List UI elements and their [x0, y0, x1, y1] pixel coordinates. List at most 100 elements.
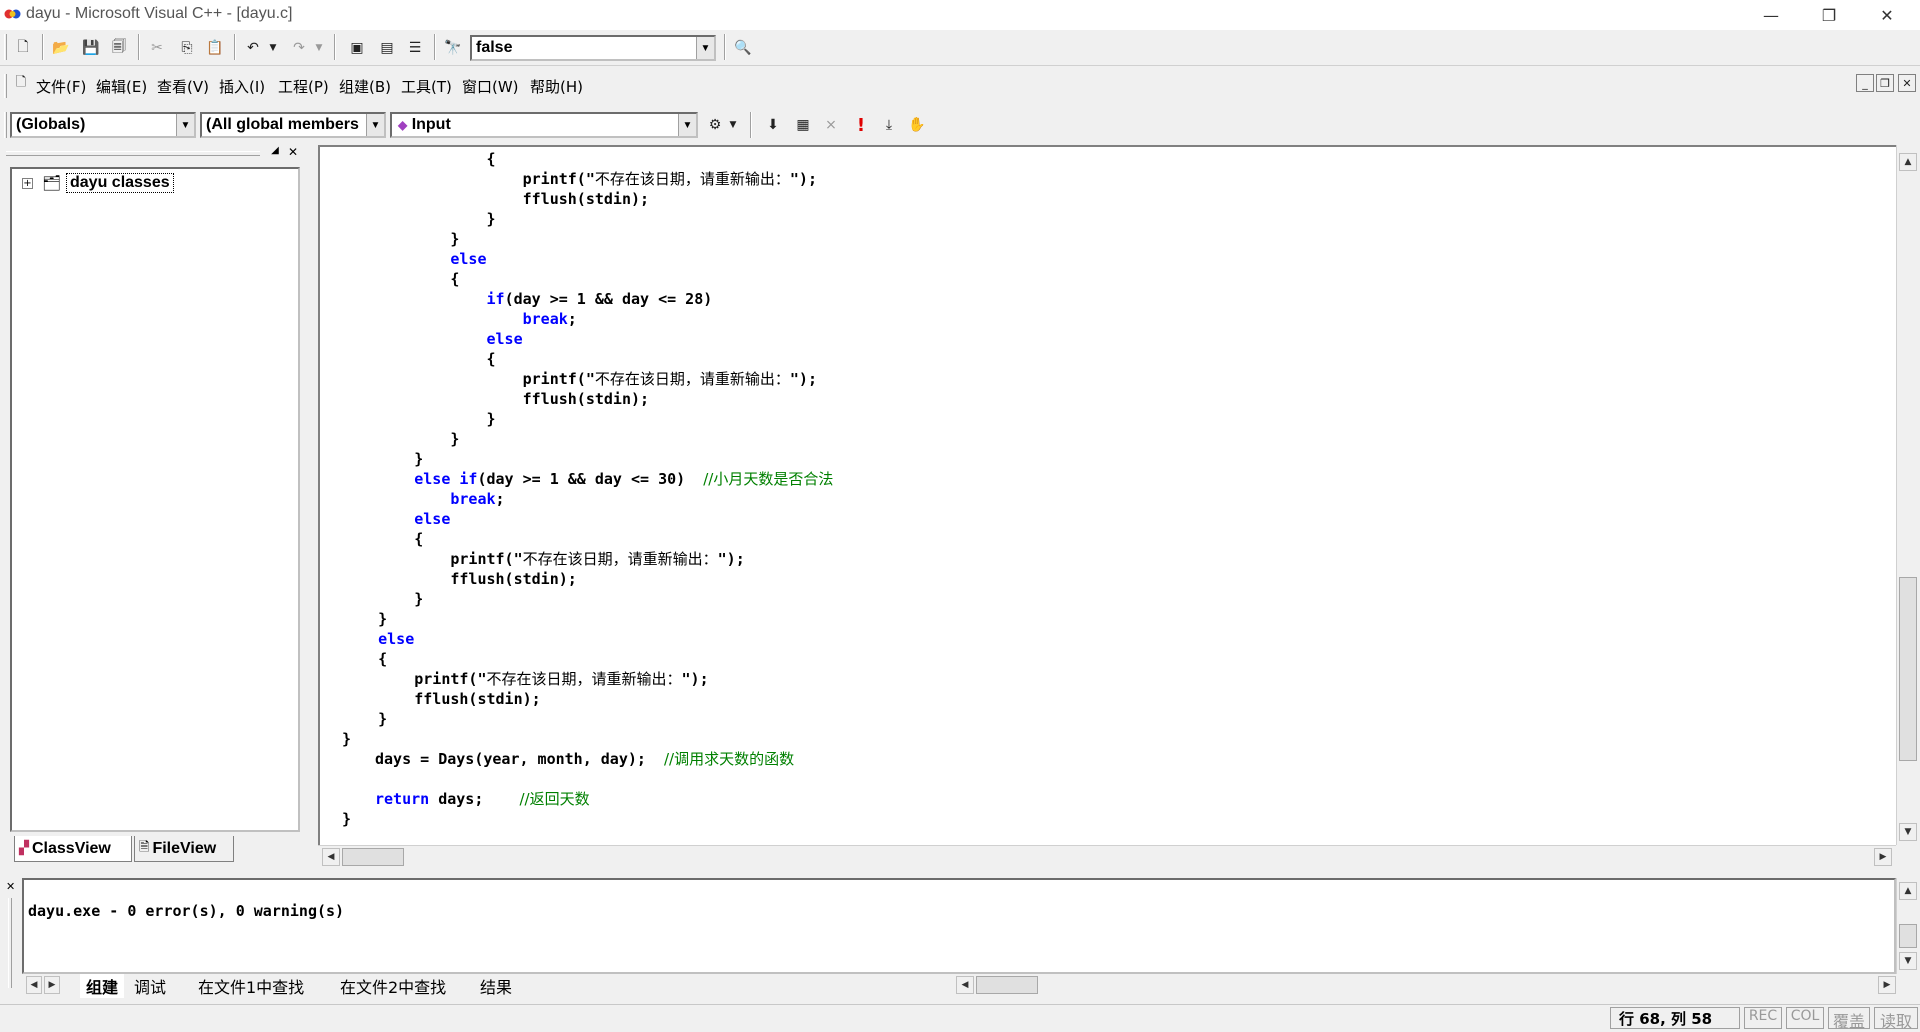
members-combo[interactable]: ◆ Input ▼	[390, 112, 698, 138]
code-line[interactable]: break;	[342, 309, 833, 329]
scroll-thumb[interactable]	[1899, 577, 1917, 761]
code-line[interactable]: printf("不存在该日期，请重新输出：");	[342, 669, 833, 689]
code-line[interactable]: fflush(stdin);	[342, 389, 833, 409]
code-line[interactable]	[342, 769, 833, 789]
scroll-left-icon[interactable]: ◀	[956, 976, 974, 994]
code-line[interactable]: {	[342, 269, 833, 289]
menu-build[interactable]: 组建(B)	[339, 76, 391, 97]
wizard-action-icon[interactable]: ⚙	[702, 112, 728, 138]
hscroll-thumb[interactable]	[342, 848, 404, 866]
code-line[interactable]: else	[342, 329, 833, 349]
tab-scroll-left-icon[interactable]: ◀	[26, 976, 42, 994]
output-close-icon[interactable]: ✕	[6, 880, 15, 893]
window-list-icon[interactable]: ☰	[402, 35, 428, 61]
go-icon[interactable]: ⤓	[876, 112, 902, 138]
menu-edit[interactable]: 编辑(E)	[96, 76, 147, 97]
chevron-down-icon[interactable]: ▼	[176, 114, 194, 136]
tab-find-in-files-1[interactable]: 在文件1中查找	[198, 974, 304, 998]
menu-file[interactable]: 文件(F)	[36, 76, 86, 97]
editor-horizontal-scrollbar[interactable]: ◀ ▶	[318, 845, 1896, 867]
panel-gripper[interactable]	[6, 151, 260, 156]
save-icon[interactable]: 💾	[78, 35, 104, 61]
output-gripper[interactable]	[8, 898, 12, 988]
filter-combo[interactable]: (All global members ▼	[200, 112, 386, 138]
scroll-up-icon[interactable]: ▲	[1899, 153, 1917, 171]
workspace-window-icon[interactable]: ▣	[344, 35, 370, 61]
chevron-down-icon[interactable]: ▼	[696, 37, 714, 59]
scroll-down-icon[interactable]: ▼	[1899, 823, 1917, 841]
expand-plus-icon[interactable]: +	[22, 178, 33, 189]
code-line[interactable]: fflush(stdin);	[342, 189, 833, 209]
menu-view[interactable]: 查看(V)	[157, 76, 209, 97]
breakpoint-hand-icon[interactable]: ✋	[904, 112, 930, 138]
code-line[interactable]: }	[342, 429, 833, 449]
scroll-down-icon[interactable]: ▼	[1899, 952, 1917, 970]
tab-fileview[interactable]: 🗎 FileView	[134, 836, 234, 862]
chevron-down-icon[interactable]: ▼	[366, 114, 384, 136]
code-line[interactable]: }	[342, 729, 833, 749]
code-line[interactable]: return days; //返回天数	[342, 789, 833, 809]
code-line[interactable]: if(day >= 1 && day <= 28)	[342, 289, 833, 309]
code-line[interactable]: }	[342, 589, 833, 609]
build-icon[interactable]: ▦	[790, 112, 816, 138]
menu-help[interactable]: 帮助(H)	[530, 76, 583, 97]
compile-icon[interactable]: ⬇	[760, 112, 786, 138]
code-line[interactable]: printf("不存在该日期，请重新输出：");	[342, 169, 833, 189]
wizard-action-dropdown-icon[interactable]: ▼	[726, 112, 740, 138]
editor-vertical-scrollbar[interactable]: ▲ ▼	[1896, 145, 1920, 845]
menu-project[interactable]: 工程(P)	[278, 76, 329, 97]
code-line[interactable]: {	[342, 649, 833, 669]
find-combo[interactable]: false ▼	[470, 35, 716, 61]
code-line[interactable]: {	[342, 149, 833, 169]
panel-expand-icon[interactable]: ◢	[268, 145, 282, 159]
code-line[interactable]: else	[342, 249, 833, 269]
code-line[interactable]: fflush(stdin);	[342, 569, 833, 589]
menubar-grip[interactable]	[4, 74, 7, 98]
code-line[interactable]: {	[342, 349, 833, 369]
cut-icon[interactable]: ✂	[144, 35, 170, 61]
tab-classview[interactable]: ▞ ClassView	[14, 836, 132, 862]
code-line[interactable]: }	[342, 409, 833, 429]
menu-tools[interactable]: 工具(T)	[401, 76, 452, 97]
code-line[interactable]: }	[342, 209, 833, 229]
menu-window[interactable]: 窗口(W)	[462, 76, 519, 97]
hscroll-thumb[interactable]	[976, 976, 1038, 994]
code-editor[interactable]: { printf("不存在该日期，请重新输出："); fflush(stdin)…	[318, 145, 1896, 845]
mdi-restore-icon[interactable]: ❐	[1876, 74, 1894, 92]
panel-close-icon[interactable]: ✕	[286, 145, 300, 159]
class-combo[interactable]: (Globals) ▼	[10, 112, 196, 138]
stop-build-icon[interactable]: ⨯	[818, 112, 844, 138]
code-line[interactable]: }	[342, 449, 833, 469]
toolbar-grip[interactable]	[4, 34, 7, 60]
code-line[interactable]: printf("不存在该日期，请重新输出：");	[342, 369, 833, 389]
output-vertical-scrollbar[interactable]: ▲ ▼	[1896, 878, 1920, 974]
output-window-icon[interactable]: ▤	[374, 35, 400, 61]
scroll-left-icon[interactable]: ◀	[322, 848, 340, 866]
code-line[interactable]: printf("不存在该日期，请重新输出：");	[342, 549, 833, 569]
mdi-close-icon[interactable]: ✕	[1898, 74, 1916, 92]
code-line[interactable]: }	[342, 609, 833, 629]
undo-dropdown-icon[interactable]: ▼	[266, 35, 280, 61]
scroll-right-icon[interactable]: ▶	[1878, 976, 1896, 994]
menu-insert[interactable]: 插入(I)	[219, 76, 265, 97]
code-line[interactable]: {	[342, 529, 833, 549]
mdi-minimize-icon[interactable]: _	[1856, 74, 1874, 92]
tab-debug[interactable]: 调试	[134, 974, 166, 998]
code-line[interactable]: else if(day >= 1 && day <= 30) //小月天数是否合…	[342, 469, 833, 489]
paste-icon[interactable]: 📋	[202, 35, 228, 61]
undo-icon[interactable]: ↶	[240, 35, 266, 61]
open-folder-icon[interactable]: 📂	[48, 35, 74, 61]
code-text[interactable]: { printf("不存在该日期，请重新输出："); fflush(stdin)…	[342, 149, 833, 829]
code-line[interactable]: else	[342, 509, 833, 529]
tab-scroll-right-icon[interactable]: ▶	[44, 976, 60, 994]
output-text-area[interactable]: dayu.exe - 0 error(s), 0 warning(s)	[22, 878, 1896, 974]
scroll-up-icon[interactable]: ▲	[1899, 882, 1917, 900]
redo-dropdown-icon[interactable]: ▼	[312, 35, 326, 61]
find-icon[interactable]: 🔍	[730, 35, 756, 61]
code-line[interactable]: fflush(stdin);	[342, 689, 833, 709]
tab-results[interactable]: 结果	[480, 974, 512, 998]
save-all-icon[interactable]: 🗐	[106, 35, 132, 61]
code-line[interactable]: days = Days(year, month, day); //调用求天数的函…	[342, 749, 833, 769]
minimize-button[interactable]: —	[1742, 0, 1800, 30]
scroll-thumb[interactable]	[1899, 924, 1917, 948]
